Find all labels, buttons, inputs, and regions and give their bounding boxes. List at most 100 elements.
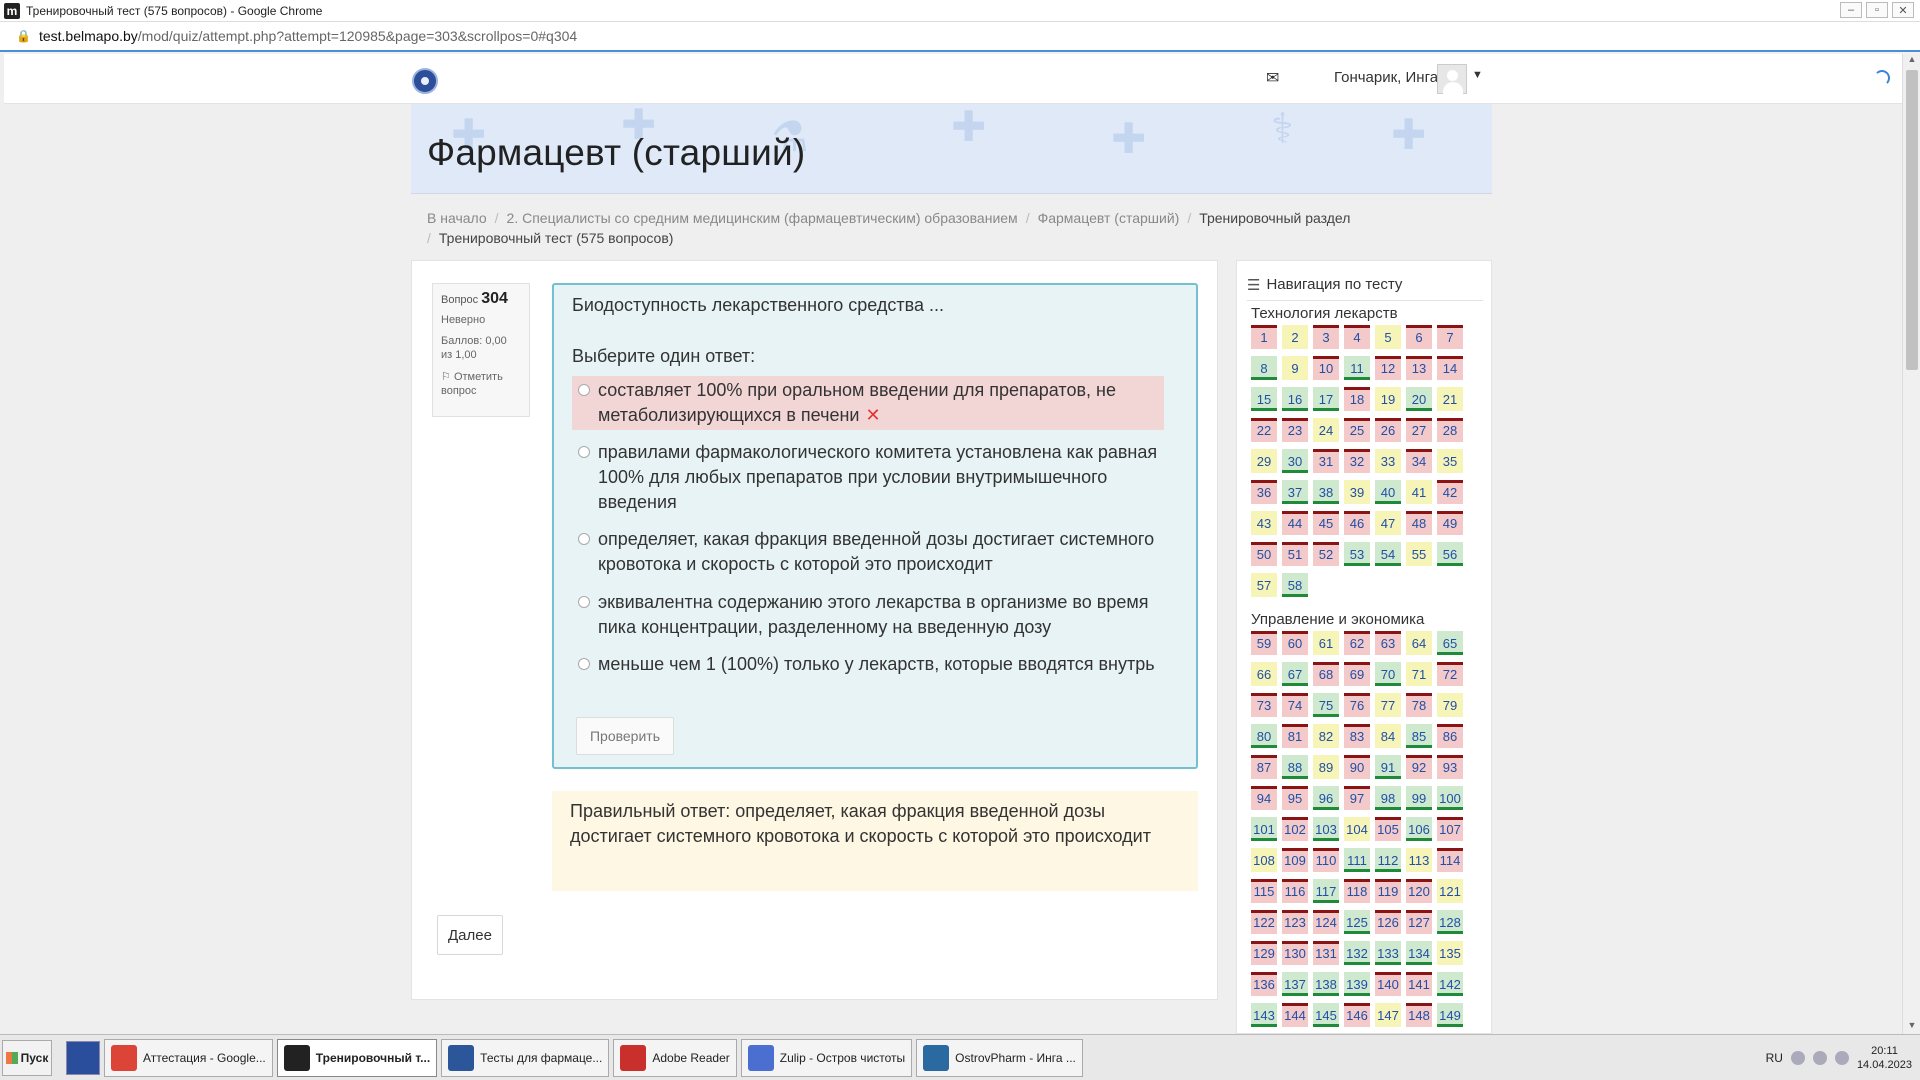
save-disk-icon[interactable]: [66, 1040, 100, 1075]
nav-question-button[interactable]: 34: [1406, 449, 1432, 473]
nav-question-button[interactable]: 110: [1313, 848, 1339, 872]
nav-question-button[interactable]: 53: [1344, 542, 1370, 566]
nav-question-button[interactable]: 76: [1344, 693, 1370, 717]
language-indicator[interactable]: RU: [1766, 1051, 1783, 1065]
nav-question-button[interactable]: 80: [1251, 724, 1277, 748]
nav-question-button[interactable]: 39: [1344, 480, 1370, 504]
nav-question-button[interactable]: 27: [1406, 418, 1432, 442]
nav-question-button[interactable]: 77: [1375, 693, 1401, 717]
nav-question-button[interactable]: 41: [1406, 480, 1432, 504]
user-menu-caret-icon[interactable]: ▼: [1472, 69, 1483, 81]
nav-question-button[interactable]: 100: [1437, 786, 1463, 810]
answer-option[interactable]: правилами фармакологического комитета ус…: [572, 438, 1164, 517]
scrollbar-thumb[interactable]: [1906, 70, 1918, 370]
nav-question-button[interactable]: 103: [1313, 817, 1339, 841]
radio-button[interactable]: [578, 658, 590, 670]
taskbar-task[interactable]: Adobe Reader: [613, 1038, 737, 1077]
vertical-scrollbar[interactable]: ▲ ▼: [1902, 54, 1920, 1034]
nav-question-button[interactable]: 21: [1437, 387, 1463, 411]
scroll-down-icon[interactable]: ▼: [1903, 1020, 1920, 1034]
hamburger-icon[interactable]: ☰: [1247, 276, 1260, 294]
nav-question-button[interactable]: 11: [1344, 356, 1370, 380]
nav-question-button[interactable]: 122: [1251, 910, 1277, 934]
nav-question-button[interactable]: 86: [1437, 724, 1463, 748]
nav-question-button[interactable]: 134: [1406, 941, 1432, 965]
nav-question-button[interactable]: 133: [1375, 941, 1401, 965]
nav-question-button[interactable]: 17: [1313, 387, 1339, 411]
nav-question-button[interactable]: 84: [1375, 724, 1401, 748]
breadcrumb-quiz-link[interactable]: Тренировочный тест (575 вопросов): [439, 230, 674, 246]
nav-question-button[interactable]: 130: [1282, 941, 1308, 965]
nav-question-button[interactable]: 5: [1375, 325, 1401, 349]
nav-question-button[interactable]: 121: [1437, 879, 1463, 903]
nav-question-button[interactable]: 107: [1437, 817, 1463, 841]
nav-question-button[interactable]: 37: [1282, 480, 1308, 504]
nav-question-button[interactable]: 142: [1437, 972, 1463, 996]
nav-question-button[interactable]: 2: [1282, 325, 1308, 349]
nav-question-button[interactable]: 131: [1313, 941, 1339, 965]
breadcrumb-course-link[interactable]: Фармацевт (старший): [1038, 210, 1180, 226]
nav-question-button[interactable]: 50: [1251, 542, 1277, 566]
nav-question-button[interactable]: 139: [1344, 972, 1370, 996]
nav-question-button[interactable]: 13: [1406, 356, 1432, 380]
nav-question-button[interactable]: 23: [1282, 418, 1308, 442]
nav-question-button[interactable]: 19: [1375, 387, 1401, 411]
check-button[interactable]: Проверить: [576, 717, 674, 755]
nav-question-button[interactable]: 62: [1344, 631, 1370, 655]
nav-question-button[interactable]: 68: [1313, 662, 1339, 686]
minimize-button[interactable]: –: [1840, 2, 1862, 18]
nav-question-button[interactable]: 89: [1313, 755, 1339, 779]
nav-question-button[interactable]: 143: [1251, 1003, 1277, 1027]
nav-question-button[interactable]: 128: [1437, 910, 1463, 934]
start-button[interactable]: Пуск: [2, 1039, 52, 1076]
nav-question-button[interactable]: 48: [1406, 511, 1432, 535]
nav-question-button[interactable]: 66: [1251, 662, 1277, 686]
nav-question-button[interactable]: 78: [1406, 693, 1432, 717]
nav-question-button[interactable]: 116: [1282, 879, 1308, 903]
nav-question-button[interactable]: 47: [1375, 511, 1401, 535]
close-button[interactable]: ✕: [1892, 2, 1914, 18]
answer-option[interactable]: меньше чем 1 (100%) только у лекарств, к…: [572, 650, 1164, 679]
nav-question-button[interactable]: 101: [1251, 817, 1277, 841]
nav-question-button[interactable]: 29: [1251, 449, 1277, 473]
nav-question-button[interactable]: 31: [1313, 449, 1339, 473]
notification-icon[interactable]: [1834, 1051, 1849, 1065]
taskbar-task[interactable]: Тесты для фармаце...: [441, 1038, 610, 1077]
breadcrumb-home-link[interactable]: В начало: [427, 210, 487, 226]
nav-question-button[interactable]: 73: [1251, 693, 1277, 717]
nav-question-button[interactable]: 147: [1375, 1003, 1401, 1027]
user-name[interactable]: Гончарик, Инга: [1334, 69, 1438, 86]
nav-question-button[interactable]: 40: [1375, 480, 1401, 504]
answer-option[interactable]: составляет 100% при оральном введении дл…: [572, 376, 1164, 430]
nav-question-button[interactable]: 105: [1375, 817, 1401, 841]
url-text[interactable]: test.belmapo.by/mod/quiz/attempt.php?att…: [39, 28, 577, 44]
taskbar-task[interactable]: Тренировочный т...: [276, 1038, 438, 1077]
nav-question-button[interactable]: 65: [1437, 631, 1463, 655]
nav-question-button[interactable]: 138: [1313, 972, 1339, 996]
nav-question-button[interactable]: 20: [1406, 387, 1432, 411]
breadcrumb-category-link[interactable]: 2. Специалисты со средним медицинским (ф…: [507, 210, 1018, 226]
nav-question-button[interactable]: 56: [1437, 542, 1463, 566]
taskbar-task[interactable]: Аттестация - Google...: [104, 1038, 273, 1077]
nav-question-button[interactable]: 106: [1406, 817, 1432, 841]
answer-option[interactable]: определяет, какая фракция введенной дозы…: [572, 525, 1164, 579]
nav-question-button[interactable]: 74: [1282, 693, 1308, 717]
nav-question-button[interactable]: 69: [1344, 662, 1370, 686]
nav-question-button[interactable]: 104: [1344, 817, 1370, 841]
nav-question-button[interactable]: 141: [1406, 972, 1432, 996]
nav-question-button[interactable]: 49: [1437, 511, 1463, 535]
nav-question-button[interactable]: 14: [1437, 356, 1463, 380]
nav-question-button[interactable]: 92: [1406, 755, 1432, 779]
nav-question-button[interactable]: 85: [1406, 724, 1432, 748]
nav-question-button[interactable]: 120: [1406, 879, 1432, 903]
nav-question-button[interactable]: 146: [1344, 1003, 1370, 1027]
nav-question-button[interactable]: 81: [1282, 724, 1308, 748]
nav-question-button[interactable]: 118: [1344, 879, 1370, 903]
flag-question-link[interactable]: ⚐ Отметить вопрос: [441, 370, 521, 398]
nav-question-button[interactable]: 126: [1375, 910, 1401, 934]
network-icon[interactable]: [1790, 1051, 1805, 1065]
nav-question-button[interactable]: 95: [1282, 786, 1308, 810]
nav-question-button[interactable]: 87: [1251, 755, 1277, 779]
nav-question-button[interactable]: 97: [1344, 786, 1370, 810]
nav-question-button[interactable]: 145: [1313, 1003, 1339, 1027]
